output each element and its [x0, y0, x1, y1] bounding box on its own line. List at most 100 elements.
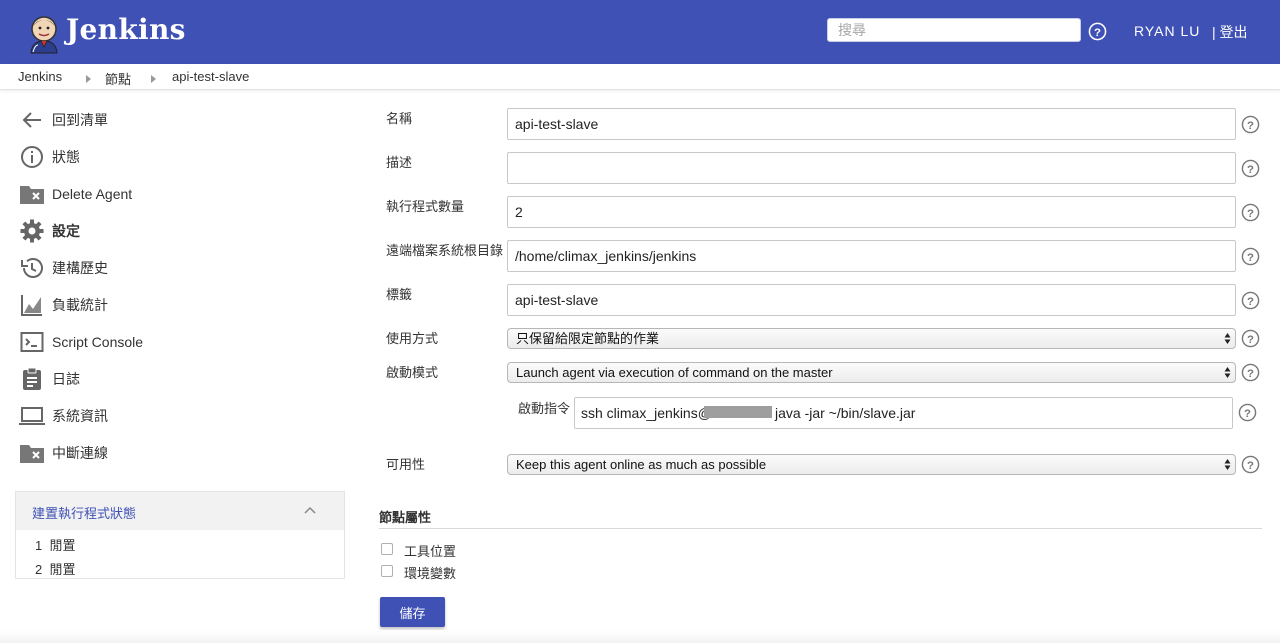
svg-text:?: ?: [1244, 408, 1251, 420]
select-arrows-icon: [1224, 367, 1231, 378]
executor-number: 2: [35, 562, 43, 577]
terminal-icon: [19, 329, 45, 355]
svg-text:?: ?: [1247, 460, 1254, 472]
chart-icon: [19, 292, 45, 318]
sidebar-item-load-statistics[interactable]: 負載統計: [19, 292, 319, 318]
executor-number: 1: [35, 538, 43, 553]
svg-text:?: ?: [1247, 252, 1254, 264]
sidebar-item-system-info[interactable]: 系統資訊: [19, 403, 319, 429]
sidebar-item-label: 回到清單: [52, 112, 108, 128]
sidebar-item-delete-agent[interactable]: Delete Agent: [19, 181, 319, 207]
svg-text:?: ?: [1247, 334, 1254, 346]
help-icon[interactable]: ?: [1241, 115, 1260, 134]
sidebar-item-label: Script Console: [52, 334, 144, 350]
sidebar-item-build-history[interactable]: 建構歷史: [19, 255, 319, 281]
breadcrumb-item-jenkins[interactable]: Jenkins: [18, 69, 62, 84]
sidebar-item-status[interactable]: 狀態: [19, 144, 319, 170]
help-icon[interactable]: ?: [1241, 247, 1260, 266]
availability-select-value: Keep this agent online as much as possib…: [516, 457, 767, 472]
description-field[interactable]: [507, 152, 1236, 184]
help-icon[interactable]: ?: [1241, 329, 1260, 348]
help-icon[interactable]: ?: [1241, 291, 1260, 310]
help-icon[interactable]: ?: [1241, 203, 1260, 222]
redacted-host: [704, 406, 772, 418]
breadcrumb-item-agent[interactable]: api-test-slave: [172, 69, 249, 84]
sidebar-item-label: 狀態: [52, 149, 80, 165]
help-icon[interactable]: ?: [1238, 403, 1257, 422]
remote-fs-field[interactable]: [507, 240, 1236, 272]
svg-text:?: ?: [1247, 208, 1254, 220]
select-arrows-icon: [1224, 333, 1231, 344]
labels-field[interactable]: [507, 284, 1236, 316]
search-input[interactable]: [827, 18, 1081, 42]
sidebar-item-label: 建構歷史: [52, 260, 108, 276]
help-icon[interactable]: ?: [1241, 363, 1260, 382]
executors-label: 執行程式數量: [386, 199, 465, 214]
svg-text:?: ?: [1247, 120, 1254, 132]
launch-command-label: 啟動指令: [518, 401, 571, 416]
description-label: 描述: [386, 155, 413, 170]
logout-link[interactable]: | 登出: [1212, 22, 1248, 42]
sidebar-item-configure[interactable]: 設定: [19, 218, 319, 244]
executor-row: 2 閒置: [35, 559, 75, 578]
laptop-icon: [19, 403, 45, 429]
name-field[interactable]: [507, 108, 1236, 140]
sidebar-item-label: Delete Agent: [52, 186, 133, 202]
env-vars-label[interactable]: 環境變數: [404, 563, 456, 582]
back-arrow-icon: [19, 107, 45, 133]
page-bottom-shadow: [0, 630, 1280, 643]
gear-icon: [19, 218, 45, 244]
save-button[interactable]: 儲存: [380, 597, 445, 627]
chevron-up-icon[interactable]: [304, 505, 316, 515]
history-icon: [19, 255, 45, 281]
clipboard-icon: [19, 366, 45, 392]
executor-status-title[interactable]: 建置執行程式狀態: [32, 503, 136, 522]
launch-method-select[interactable]: Launch agent via execution of command on…: [507, 362, 1236, 383]
header-bar: Jenkins ? RYAN LU | 登出: [0, 0, 1280, 64]
svg-text:?: ?: [1247, 164, 1254, 176]
launch-method-label: 啟動模式: [386, 365, 439, 380]
launch-method-select-value: Launch agent via execution of command on…: [516, 365, 833, 380]
brand-title[interactable]: Jenkins: [66, 13, 186, 46]
sidebar-item-back-to-list[interactable]: 回到清單: [19, 107, 319, 133]
tool-locations-label[interactable]: 工具位置: [404, 541, 456, 560]
sidebar-item-label: 中斷連線: [52, 445, 108, 461]
folder-disconnect-icon: [19, 440, 45, 466]
executor-status-header[interactable]: 建置執行程式狀態: [16, 492, 344, 530]
executors-field[interactable]: [507, 196, 1236, 228]
svg-text:?: ?: [1247, 296, 1254, 308]
labels-label: 標籤: [386, 287, 413, 302]
sidebar-item-disconnect[interactable]: 中斷連線: [19, 440, 319, 466]
sidebar-item-script-console[interactable]: Script Console: [19, 329, 319, 355]
info-icon: [19, 144, 45, 170]
availability-select[interactable]: Keep this agent online as much as possib…: [507, 454, 1236, 475]
executor-status: 閒置: [49, 538, 76, 553]
breadcrumb: Jenkins 節點 api-test-slave: [0, 64, 1280, 90]
env-vars-checkbox[interactable]: [381, 565, 393, 577]
launch-command-prefix: ssh climax_jenkins@: [581, 405, 712, 421]
executor-status-panel: 建置執行程式狀態 1 閒置 2 閒置: [15, 491, 345, 579]
help-icon[interactable]: ?: [1088, 22, 1107, 41]
user-link[interactable]: RYAN LU: [1134, 23, 1200, 39]
sidebar-item-log[interactable]: 日誌: [19, 366, 319, 392]
help-icon[interactable]: ?: [1241, 455, 1260, 474]
name-label: 名稱: [386, 111, 413, 126]
sidebar-item-label: 設定: [52, 223, 80, 239]
usage-label: 使用方式: [386, 331, 439, 346]
usage-select-value: 只保留給限定節點的作業: [516, 331, 660, 346]
launch-command-suffix: java -jar ~/bin/slave.jar: [775, 405, 916, 421]
availability-label: 可用性: [386, 457, 426, 472]
breadcrumb-item-nodes[interactable]: 節點: [105, 69, 131, 88]
launch-command-field[interactable]: ssh climax_jenkins@ java -jar ~/bin/slav…: [574, 397, 1233, 429]
node-properties-title: 節點屬性: [379, 510, 432, 525]
sidebar-item-label: 日誌: [52, 371, 80, 387]
jenkins-logo-icon[interactable]: [24, 12, 64, 54]
usage-select[interactable]: 只保留給限定節點的作業: [507, 328, 1236, 349]
sidebar-item-label: 系統資訊: [52, 408, 108, 424]
section-divider: [379, 528, 1262, 529]
svg-text:?: ?: [1094, 27, 1101, 39]
tool-locations-checkbox[interactable]: [381, 543, 393, 555]
executor-status: 閒置: [49, 562, 76, 577]
executor-row: 1 閒置: [35, 535, 75, 554]
help-icon[interactable]: ?: [1241, 159, 1260, 178]
